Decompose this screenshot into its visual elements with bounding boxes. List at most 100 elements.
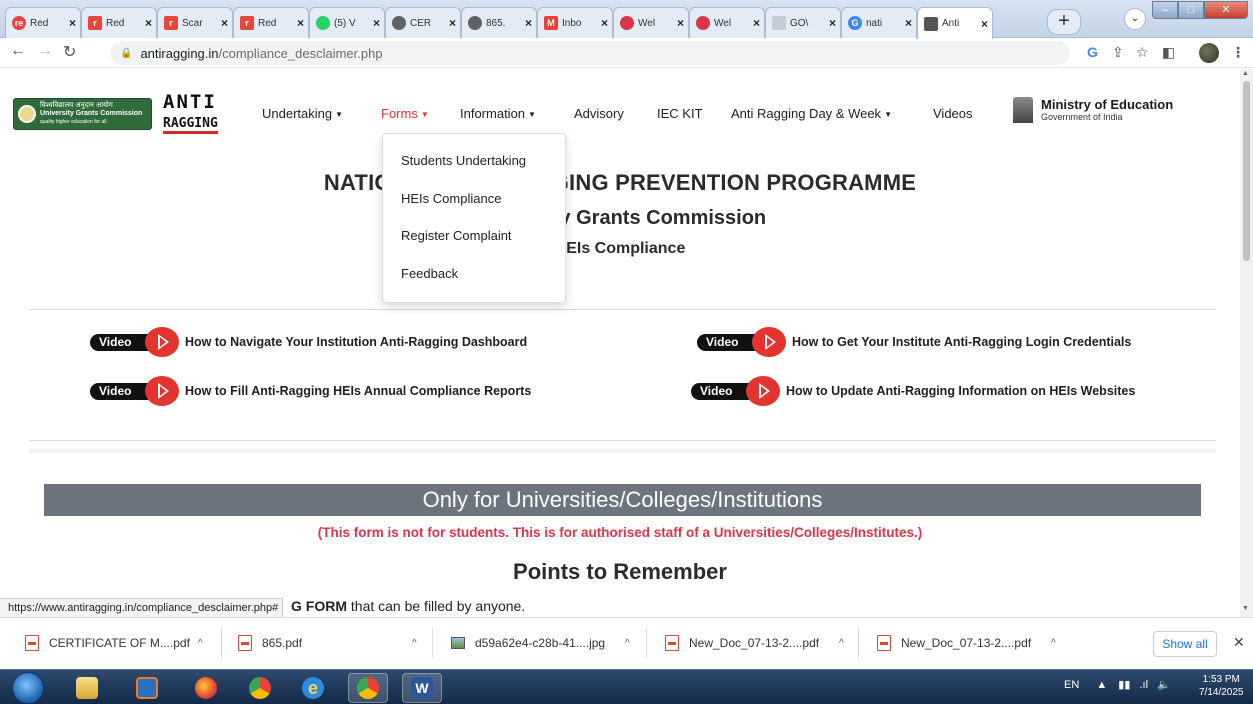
new-tab-button[interactable]: + bbox=[1047, 9, 1081, 35]
tab-close-icon[interactable]: × bbox=[525, 16, 532, 30]
google-lens-icon[interactable]: G bbox=[1087, 44, 1098, 60]
browser-tab[interactable]: Gnati × bbox=[841, 7, 917, 38]
browser-tab[interactable]: CER × bbox=[385, 7, 461, 38]
tab-close-icon[interactable]: × bbox=[753, 16, 760, 30]
play-icon bbox=[145, 376, 179, 406]
page-scrollbar[interactable]: ▲ ▼ bbox=[1240, 69, 1253, 617]
tab-search-button[interactable]: ⌄ bbox=[1124, 8, 1146, 30]
tab-close-icon[interactable]: × bbox=[145, 16, 152, 30]
browser-tab[interactable]: r Red × bbox=[81, 7, 157, 38]
volume-icon[interactable]: 🔈 bbox=[1157, 679, 1171, 691]
start-button[interactable] bbox=[12, 672, 44, 704]
taskbar-clock[interactable]: 1:53 PM 7/14/2025 bbox=[1199, 673, 1244, 699]
network-icon[interactable]: ▮▮ bbox=[1118, 679, 1130, 691]
nav-undertaking[interactable]: Undertaking ▼ bbox=[262, 106, 343, 121]
video-link-login-credentials[interactable]: Video How to Get Your Institute Anti-Rag… bbox=[697, 327, 1131, 357]
tab-label: Red bbox=[258, 17, 277, 29]
video-link-annual-compliance[interactable]: Video How to Fill Anti-Ragging HEIs Annu… bbox=[90, 376, 531, 406]
taskbar-firefox[interactable] bbox=[186, 673, 226, 703]
show-all-downloads-button[interactable]: Show all bbox=[1153, 631, 1217, 657]
browser-tab[interactable]: re Red × bbox=[5, 7, 81, 38]
menu-item-register-complaint[interactable]: Register Complaint bbox=[383, 221, 565, 259]
menu-item-feedback[interactable]: Feedback bbox=[383, 259, 565, 297]
url-path: /compliance_desclaimer.php bbox=[218, 45, 383, 61]
show-hidden-icons-icon[interactable]: ▲ bbox=[1096, 679, 1107, 691]
download-item[interactable]: New_Doc_07-13-2....pdf ^ bbox=[665, 631, 844, 655]
share-icon[interactable]: ⇪ bbox=[1112, 44, 1124, 61]
window-minimize-button[interactable]: – bbox=[1152, 1, 1178, 19]
reload-icon[interactable]: ↻ bbox=[63, 42, 76, 62]
bookmark-star-icon[interactable]: ☆ bbox=[1136, 44, 1149, 61]
address-bar[interactable]: 🔒 antiragging.in/compliance_desclaimer.p… bbox=[110, 41, 1070, 65]
tab-close-icon[interactable]: × bbox=[981, 17, 988, 31]
taskbar-chrome[interactable] bbox=[240, 673, 280, 703]
chevron-up-icon[interactable]: ^ bbox=[839, 638, 844, 649]
chevron-up-icon[interactable]: ^ bbox=[625, 638, 630, 649]
nav-anti-ragging-day-week[interactable]: Anti Ragging Day & Week ▼ bbox=[731, 106, 892, 121]
chevron-up-icon[interactable]: ^ bbox=[1051, 638, 1056, 649]
browser-tab[interactable]: Wel × bbox=[613, 7, 689, 38]
taskbar-word[interactable]: W bbox=[402, 673, 442, 703]
download-item[interactable]: CERTIFICATE OF M....pdf ^ bbox=[25, 631, 203, 655]
forward-arrow-icon[interactable]: → bbox=[37, 42, 53, 60]
browser-tab[interactable]: 865. × bbox=[461, 7, 537, 38]
tab-close-icon[interactable]: × bbox=[677, 16, 684, 30]
tab-close-icon[interactable]: × bbox=[297, 16, 304, 30]
video-badge: Video bbox=[90, 376, 182, 406]
download-item[interactable]: New_Doc_07-13-2....pdf ^ bbox=[877, 631, 1056, 655]
tab-close-icon[interactable]: × bbox=[69, 16, 76, 30]
nav-information[interactable]: Information ▼ bbox=[460, 106, 536, 121]
chevron-up-icon[interactable]: ^ bbox=[412, 638, 417, 649]
tab-label: Wel bbox=[714, 17, 732, 29]
browser-tab[interactable]: r Scar × bbox=[157, 7, 233, 38]
nav-iec-kit[interactable]: IEC KIT bbox=[657, 106, 703, 121]
video-link-navigate-dashboard[interactable]: Video How to Navigate Your Institution A… bbox=[90, 327, 527, 357]
tab-close-icon[interactable]: × bbox=[905, 16, 912, 30]
kebab-menu-icon[interactable]: ⋮ bbox=[1231, 44, 1245, 61]
play-icon bbox=[746, 376, 780, 406]
download-item[interactable]: d59a62e4-c28b-41....jpg ^ bbox=[451, 631, 630, 655]
tab-label: CER bbox=[410, 17, 432, 29]
tab-favicon-icon bbox=[316, 16, 330, 30]
tab-close-icon[interactable]: × bbox=[221, 16, 228, 30]
browser-tab[interactable]: Wel × bbox=[689, 7, 765, 38]
browser-tab[interactable]: M Inbo × bbox=[537, 7, 613, 38]
anti-ragging-logo[interactable]: ANTI RAGGING bbox=[163, 93, 239, 134]
side-panel-icon[interactable]: ◧ bbox=[1162, 44, 1175, 61]
browser-tab[interactable]: (5) V × bbox=[309, 7, 385, 38]
tab-close-icon[interactable]: × bbox=[449, 16, 456, 30]
browser-tab[interactable]: GO\ × bbox=[765, 7, 841, 38]
browser-tab[interactable]: r Red × bbox=[233, 7, 309, 38]
browser-tab[interactable]: Anti × bbox=[917, 7, 993, 39]
nav-forms[interactable]: Forms ▼ bbox=[381, 106, 429, 121]
nav-advisory[interactable]: Advisory bbox=[574, 106, 624, 121]
scroll-up-icon[interactable]: ▲ bbox=[1242, 70, 1249, 77]
tab-close-icon[interactable]: × bbox=[829, 16, 836, 30]
scroll-down-icon[interactable]: ▼ bbox=[1242, 605, 1249, 612]
ministry-of-education-logo[interactable]: Ministry of Education Government of Indi… bbox=[1013, 97, 1173, 123]
scrollbar-thumb[interactable] bbox=[1243, 81, 1250, 261]
menu-item-heis-compliance[interactable]: HEIs Compliance bbox=[383, 184, 565, 222]
tab-close-icon[interactable]: × bbox=[373, 16, 380, 30]
language-indicator[interactable]: EN bbox=[1064, 679, 1079, 691]
close-icon[interactable]: ✕ bbox=[1233, 634, 1245, 651]
taskbar-chrome-running[interactable] bbox=[348, 673, 388, 703]
page-title: NATIONAL ANTI-RAGGING PREVENTION PROGRAM… bbox=[323, 170, 917, 195]
tab-close-icon[interactable]: × bbox=[601, 16, 608, 30]
window-maximize-button[interactable]: □ bbox=[1178, 1, 1204, 19]
menu-item-students-undertaking[interactable]: Students Undertaking bbox=[383, 146, 565, 184]
nav-videos[interactable]: Videos bbox=[933, 106, 973, 121]
back-arrow-icon[interactable]: ← bbox=[10, 42, 26, 60]
chevron-up-icon[interactable]: ^ bbox=[198, 638, 203, 649]
ugc-logo[interactable]: विश्वविद्यालय अनुदान आयोग University Gra… bbox=[13, 98, 152, 130]
video-link-update-websites[interactable]: Video How to Update Anti-Ragging Informa… bbox=[691, 376, 1135, 406]
download-item[interactable]: 865.pdf ^ bbox=[238, 631, 417, 655]
signal-icon[interactable]: .ıl bbox=[1139, 679, 1148, 691]
window-close-button[interactable]: ✕ bbox=[1204, 1, 1248, 19]
taskbar-app[interactable] bbox=[127, 673, 167, 703]
institutions-banner: Only for Universities/Colleges/Instituti… bbox=[44, 484, 1201, 516]
taskbar-internet-explorer[interactable]: e bbox=[293, 673, 333, 703]
taskbar-file-explorer[interactable] bbox=[67, 673, 107, 703]
profile-avatar[interactable] bbox=[1199, 43, 1219, 63]
pdf-file-icon bbox=[238, 635, 252, 651]
